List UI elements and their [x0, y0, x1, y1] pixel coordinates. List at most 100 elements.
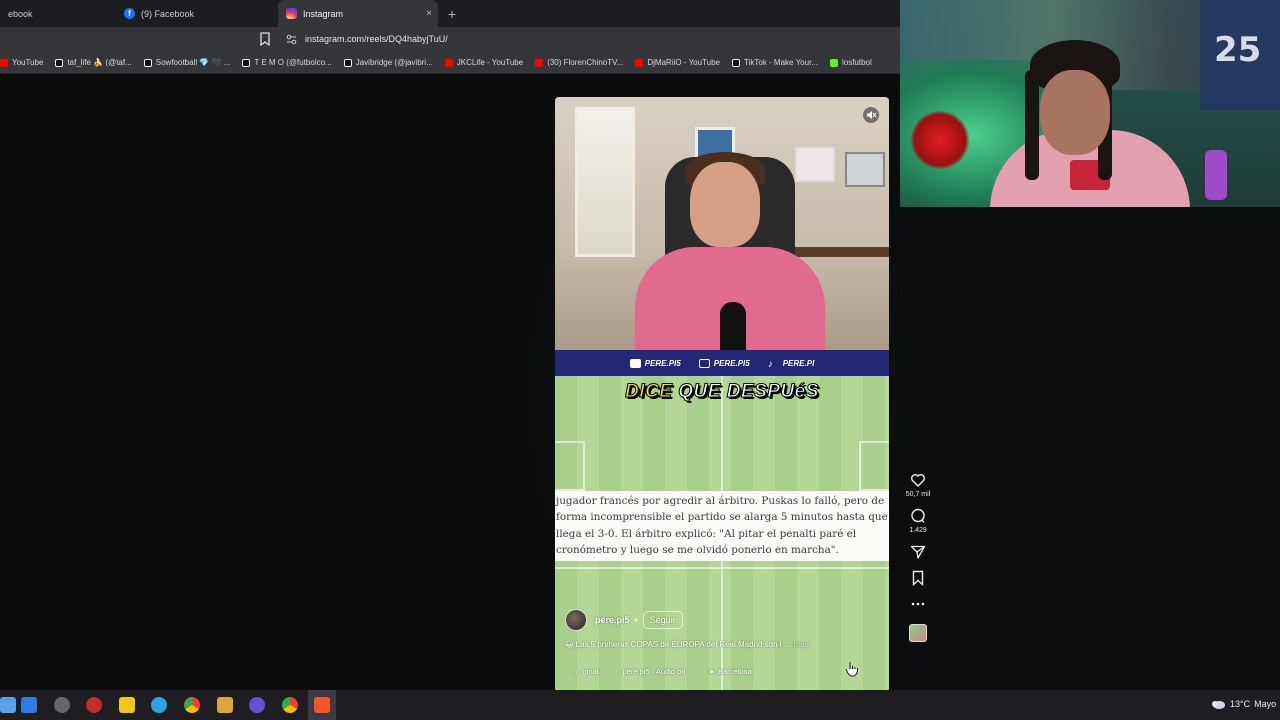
tiktok-icon	[343, 58, 352, 67]
address-bar: instagram.com/reels/DQ4habyjTuU/	[0, 27, 900, 52]
bookmark-item[interactable]: (30) FlorenChinoTV...	[535, 58, 623, 67]
kick-icon	[829, 58, 838, 67]
bookmark-item[interactable]: YouTube	[0, 58, 43, 67]
avatar[interactable]	[565, 609, 587, 631]
bookmark-label: YouTube	[12, 58, 44, 67]
tab-facebook-partial[interactable]: ebook	[0, 0, 118, 27]
url-field[interactable]: instagram.com/reels/DQ4habyjTuU/	[305, 34, 448, 44]
mute-icon[interactable]	[863, 107, 879, 123]
bookmark-item[interactable]: losfutbol	[829, 58, 872, 67]
description-text: Las 5 primeras COPAS de EUROPA del Real …	[575, 640, 791, 649]
bookmark-label: DjMaRiiO - YouTube	[647, 58, 720, 67]
desk	[785, 247, 889, 257]
edge-icon[interactable]	[21, 697, 37, 713]
tiktok-icon	[55, 58, 64, 67]
settings-icon[interactable]	[54, 697, 70, 713]
emoji-icon: 😀	[565, 640, 576, 649]
handle-label: PERE.PI5	[644, 358, 681, 368]
tiktok-icon	[143, 58, 152, 67]
start-icon[interactable]	[0, 697, 16, 713]
tiktok-handle: ♪ PERE.PI	[767, 358, 815, 370]
jersey-number: 25	[1214, 30, 1262, 70]
temperature: 13°C	[1230, 699, 1251, 709]
follow-button[interactable]: Seguir	[642, 611, 683, 629]
window	[575, 107, 635, 257]
description: 😀 Las 5 primeras COPAS de EUROPA del Rea…	[565, 640, 809, 649]
screen: ebook f (9) Facebook Instagram × + insta…	[0, 0, 1280, 720]
site-settings-icon[interactable]	[286, 34, 297, 45]
pitch-line	[555, 567, 889, 569]
chrome-icon[interactable]	[282, 697, 298, 713]
bookmark-label: taf_life 🍌 (@taf...	[67, 58, 132, 67]
streamer-head	[1040, 70, 1110, 155]
pitch-box	[555, 441, 585, 491]
notes-icon[interactable]	[119, 697, 135, 713]
messenger-icon[interactable]	[249, 697, 265, 713]
social-handles-strip: PERE.PI5 PERE.PI5 ♪ PERE.PI	[555, 350, 889, 376]
tab-facebook[interactable]: f (9) Facebook	[118, 0, 278, 27]
new-tab-button[interactable]: +	[442, 6, 462, 22]
story-caption: jugador francés por agredir al árbitro. …	[555, 491, 889, 561]
bookmark-icon	[912, 570, 924, 586]
presenter-head	[690, 162, 760, 247]
tiktok-icon	[242, 58, 251, 67]
app-icon[interactable]	[86, 697, 102, 713]
hand-cursor-icon	[845, 662, 859, 677]
bookmark-label: (30) FlorenChinoTV...	[547, 58, 624, 67]
author-row: pere.pi5 • Seguir	[565, 609, 683, 631]
bookmark-item[interactable]: taf_life 🍌 (@taf...	[55, 58, 132, 67]
bookmark-label: losfutbol	[841, 58, 872, 67]
handle-label: PERE.PI	[782, 358, 815, 368]
share-action[interactable]	[910, 544, 926, 560]
location-pin-icon: ●	[709, 667, 714, 676]
brave-icon[interactable]	[314, 697, 330, 713]
tab-label: (9) Facebook	[141, 8, 195, 19]
cloud-icon	[1212, 701, 1225, 709]
bottle	[1205, 150, 1227, 200]
taskbar	[0, 690, 1280, 720]
audio-source[interactable]: pere.pi5 · Audio ori	[622, 667, 685, 676]
close-tab-icon[interactable]: ×	[426, 8, 432, 19]
tab-label: Instagram	[303, 8, 344, 19]
telegram-icon[interactable]	[151, 697, 167, 713]
bookmark-item[interactable]: TikTok - Make Your...	[732, 58, 818, 67]
youtube-icon	[444, 58, 453, 67]
like-count: 50,7 mil	[905, 491, 931, 498]
bookmark-label: Sowfootball 💎 🖤 ...	[155, 58, 231, 67]
like-action[interactable]: 50,7 mil	[905, 472, 931, 498]
location-label[interactable]: ● Barcelona	[709, 667, 751, 676]
bookmark-item[interactable]: T E M O (@futbolco...	[242, 58, 332, 67]
comment-action[interactable]: 1.429	[909, 508, 927, 534]
comment-count: 1.429	[909, 527, 927, 534]
music-note-icon: ♫	[573, 667, 579, 676]
facebook-icon: f	[124, 8, 135, 19]
streamer-hair	[1025, 70, 1039, 180]
bookmark-item[interactable]: JKCLife - YouTube	[444, 58, 523, 67]
more-options-action[interactable]	[910, 596, 926, 612]
bookmark-icon[interactable]	[259, 32, 271, 46]
microphone	[720, 302, 746, 350]
bookmark-item[interactable]: Javibridge (@javibri...	[343, 58, 433, 67]
bookmark-item[interactable]: Sowfootball 💎 🖤 ...	[143, 58, 231, 67]
pitch-box	[859, 441, 889, 491]
separator-dot: •	[634, 615, 638, 625]
bookmark-label: Javibridge (@javibri...	[355, 58, 433, 67]
reel-video[interactable]: PERE.PI5 PERE.PI5 ♪ PERE.PI DICE QUE DESP…	[555, 97, 889, 692]
audio-thumbnail[interactable]	[909, 624, 927, 642]
save-action[interactable]	[910, 570, 926, 586]
weather-widget[interactable]: 13°C Mayo	[1210, 698, 1276, 710]
video-frame	[555, 97, 889, 350]
wall-poster	[795, 147, 835, 182]
tab-label: ebook	[8, 8, 33, 19]
youtube-icon	[535, 58, 544, 67]
youtube-icon	[629, 358, 641, 368]
webcam-overlay: 25	[900, 0, 1280, 207]
more-link[interactable]: más	[793, 640, 808, 649]
chrome-icon[interactable]	[184, 697, 200, 713]
bookmark-item[interactable]: DjMaRiiO - YouTube	[635, 58, 720, 67]
tiktok-icon: ♪	[767, 358, 773, 370]
tab-instagram[interactable]: Instagram ×	[278, 0, 438, 27]
username[interactable]: pere.pi5	[595, 615, 630, 625]
audio-label[interactable]: ♫ ginal	[573, 667, 598, 676]
folder-icon[interactable]	[217, 697, 233, 713]
